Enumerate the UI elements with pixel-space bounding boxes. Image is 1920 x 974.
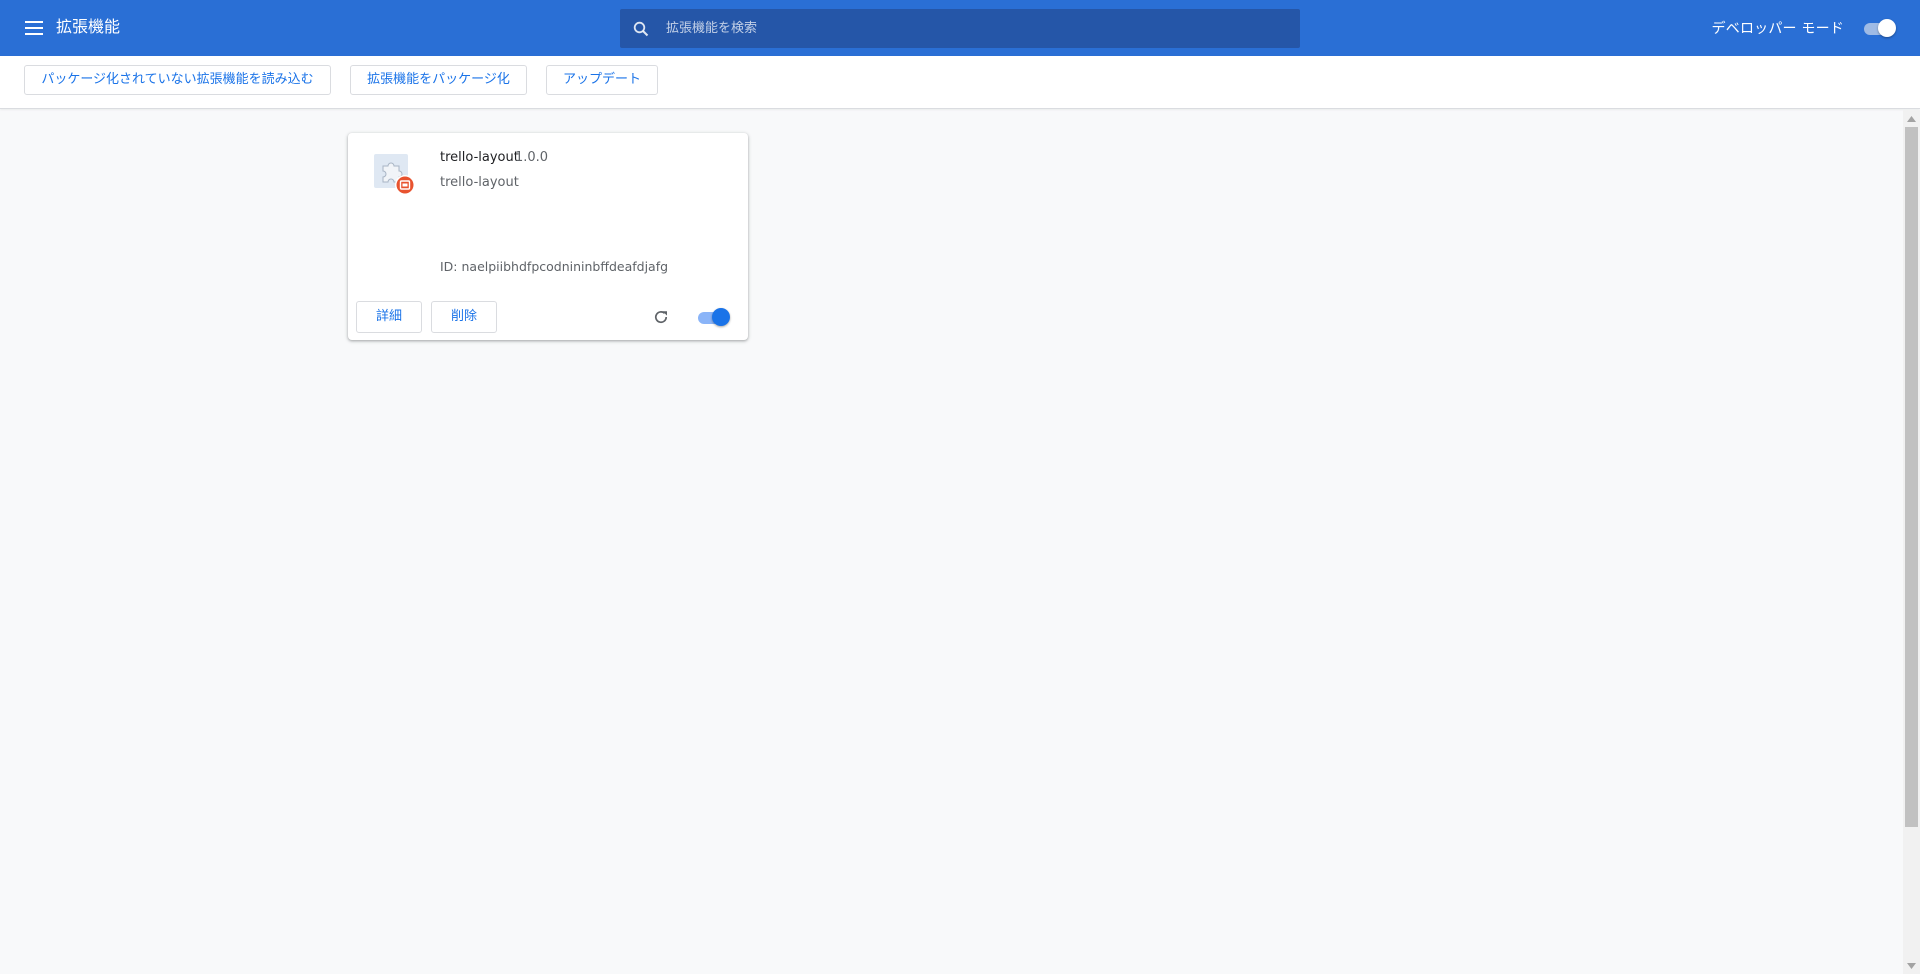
load-unpacked-button[interactable]: パッケージ化されていない拡張機能を読み込む: [24, 65, 331, 95]
reload-icon: [654, 311, 668, 324]
remove-button[interactable]: 削除: [431, 301, 497, 333]
app-header: 拡張機能 デベロッパー モード: [0, 0, 1920, 56]
hamburger-menu-icon: [25, 21, 43, 35]
pack-extension-button[interactable]: 拡張機能をパッケージ化: [350, 65, 527, 95]
scrollbar[interactable]: [1903, 110, 1920, 974]
reload-button[interactable]: [651, 307, 671, 327]
search-box[interactable]: [620, 9, 1300, 48]
page-title: 拡張機能: [56, 17, 121, 36]
extension-description: trello-layout: [440, 175, 519, 190]
extension-id: ID: naelpiibhdfpcodnininbffdeafdjafg: [440, 259, 669, 274]
extension-version: 1.0.0: [515, 150, 549, 165]
extension-icon: [374, 154, 415, 195]
toggle-knob: [712, 308, 730, 326]
toggle-knob: [1878, 19, 1896, 37]
developer-toolbar: パッケージ化されていない拡張機能を読み込む 拡張機能をパッケージ化 アップデート: [0, 56, 1920, 109]
scroll-thumb[interactable]: [1905, 127, 1918, 827]
extension-card: trello-layout 1.0.0 trello-layout ID: na…: [348, 133, 748, 340]
developer-mode-label: デベロッパー モード: [1711, 21, 1844, 37]
scroll-down-arrow[interactable]: [1903, 957, 1920, 974]
scroll-up-arrow[interactable]: [1903, 110, 1920, 127]
developer-badge-icon: [395, 175, 415, 195]
arrow-up-icon: [1907, 115, 1916, 122]
details-button[interactable]: 詳細: [356, 301, 422, 333]
update-button[interactable]: アップデート: [546, 65, 658, 95]
menu-button[interactable]: [20, 14, 48, 42]
developer-mode-toggle[interactable]: [1862, 18, 1896, 38]
developer-mode: デベロッパー モード: [1712, 17, 1896, 39]
search-icon: [632, 20, 650, 38]
extension-enabled-toggle[interactable]: [696, 307, 730, 327]
search-input[interactable]: [664, 9, 1300, 48]
extension-name: trello-layout: [440, 150, 519, 165]
arrow-down-icon: [1907, 962, 1916, 969]
